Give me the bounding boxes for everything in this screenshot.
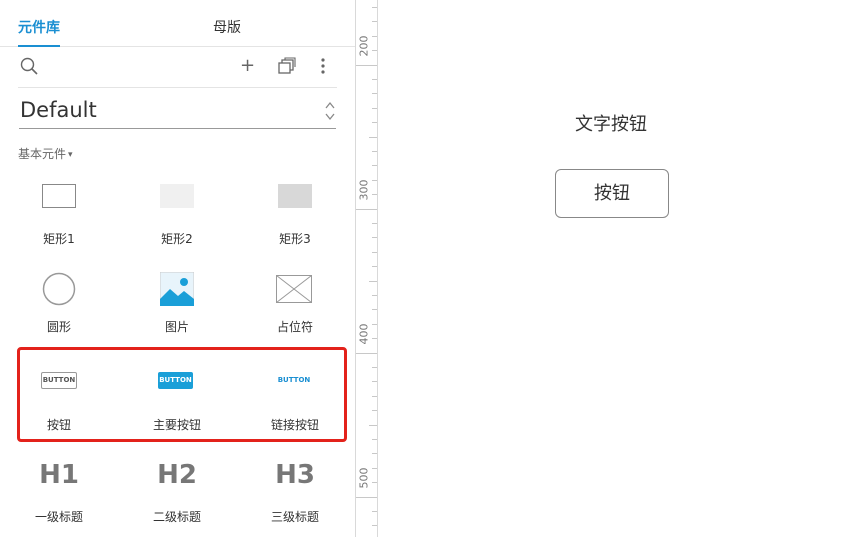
widget-label: 占位符 <box>276 320 313 334</box>
ruler-tick <box>372 295 377 296</box>
library-select[interactable]: Default <box>19 96 336 129</box>
ruler-tick <box>372 252 377 253</box>
ruler-tick <box>372 50 377 51</box>
chevron-up-down-icon <box>325 101 335 121</box>
ruler-label-400: 400 <box>357 323 371 345</box>
ruler-tick <box>372 93 377 94</box>
library-toolbar: + <box>0 47 355 87</box>
pages-icon[interactable] <box>278 57 296 75</box>
library-select-value: Default <box>20 98 97 122</box>
ruler-tick <box>372 36 377 37</box>
ruler-label-300: 300 <box>357 179 371 201</box>
widget-label: 矩形3 <box>279 232 311 246</box>
widget-rectangle-2[interactable]: 矩形2 <box>118 184 236 264</box>
placeholder-thumb <box>236 272 354 316</box>
divider <box>18 87 337 88</box>
ruler-tick <box>372 79 377 80</box>
category-dropdown[interactable]: 基本元件 ▾ <box>18 145 73 162</box>
ruler-tick <box>372 511 377 512</box>
circle-thumb <box>0 272 118 316</box>
ruler-tick <box>372 237 377 238</box>
ruler-tick <box>372 266 377 267</box>
panel-tabs: 元件库 母版 <box>0 0 355 47</box>
tab-masters[interactable]: 母版 <box>213 17 241 37</box>
search-icon[interactable] <box>20 57 38 75</box>
ruler-tick <box>372 525 377 526</box>
highlight-box <box>17 347 347 442</box>
ruler-label-200: 200 <box>357 35 371 57</box>
ruler-tick <box>356 497 377 498</box>
ruler-tick <box>372 151 377 152</box>
rectangle-light-icon <box>160 184 194 208</box>
ruler-tick <box>372 439 377 440</box>
rectangle-3-thumb <box>236 184 354 228</box>
ruler-tick <box>372 453 377 454</box>
image-thumb <box>118 272 236 316</box>
heading-3-thumb: H3 <box>275 460 315 490</box>
vertical-ruler: 200 300 400 500 <box>356 0 378 537</box>
widget-rectangle-1[interactable]: 矩形1 <box>0 184 118 264</box>
design-canvas[interactable] <box>378 0 855 537</box>
caret-down-icon: ▾ <box>68 150 73 160</box>
widget-rectangle-3[interactable]: 矩形3 <box>236 184 354 264</box>
ruler-tick <box>372 309 377 310</box>
heading-2-thumb: H2 <box>157 460 197 490</box>
ruler-tick <box>369 137 377 138</box>
ruler-tick <box>372 367 377 368</box>
widget-label: 二级标题 <box>152 510 201 524</box>
widget-label: 矩形1 <box>43 232 75 246</box>
canvas-button[interactable]: 按钮 <box>555 169 669 218</box>
widget-label: 三级标题 <box>270 510 319 524</box>
widget-library-panel: 元件库 母版 + Default 基本元件 ▾ 矩形1 矩形2 矩形3 圆形 图… <box>0 0 356 537</box>
ruler-tick <box>369 425 377 426</box>
plus-icon[interactable]: + <box>240 55 255 76</box>
widget-placeholder[interactable]: 占位符 <box>236 272 354 352</box>
widget-label: 图片 <box>164 320 189 334</box>
image-icon <box>160 272 194 306</box>
ruler-tick <box>372 468 377 469</box>
more-icon[interactable] <box>318 57 328 75</box>
ruler-tick <box>372 324 377 325</box>
rectangle-1-thumb <box>0 184 118 228</box>
ruler-tick <box>372 338 377 339</box>
rectangle-outline-icon <box>42 184 76 208</box>
ruler-tick <box>372 21 377 22</box>
ruler-tick <box>372 180 377 181</box>
widget-heading-2[interactable]: H2 二级标题 <box>118 460 236 542</box>
ruler-tick <box>369 281 377 282</box>
ruler-label-500: 500 <box>357 467 371 489</box>
placeholder-icon <box>276 275 312 303</box>
category-label: 基本元件 <box>18 147 67 161</box>
ruler-tick <box>372 108 377 109</box>
widget-circle[interactable]: 圆形 <box>0 272 118 352</box>
ruler-tick <box>372 122 377 123</box>
ruler-tick <box>372 194 377 195</box>
widget-image[interactable]: 图片 <box>118 272 236 352</box>
ruler-tick <box>372 165 377 166</box>
widget-label: 圆形 <box>46 320 71 334</box>
widget-label: 矩形2 <box>161 232 193 246</box>
ruler-tick <box>356 65 377 66</box>
ruler-tick <box>372 396 377 397</box>
circle-icon <box>42 272 76 306</box>
ruler-tick <box>372 381 377 382</box>
ruler-tick <box>372 223 377 224</box>
canvas-text-button[interactable]: 文字按钮 <box>575 110 647 136</box>
ruler-tick <box>356 209 377 210</box>
rectangle-gray-icon <box>278 184 312 208</box>
tab-widget-library[interactable]: 元件库 <box>18 17 60 47</box>
ruler-tick <box>372 410 377 411</box>
widget-heading-3[interactable]: H3 三级标题 <box>236 460 354 542</box>
ruler-tick <box>372 482 377 483</box>
ruler-tick <box>356 353 377 354</box>
widget-label: 一级标题 <box>34 510 83 524</box>
heading-1-thumb: H1 <box>39 460 79 490</box>
rectangle-2-thumb <box>118 184 236 228</box>
widget-heading-1[interactable]: H1 一级标题 <box>0 460 118 542</box>
ruler-tick <box>372 7 377 8</box>
